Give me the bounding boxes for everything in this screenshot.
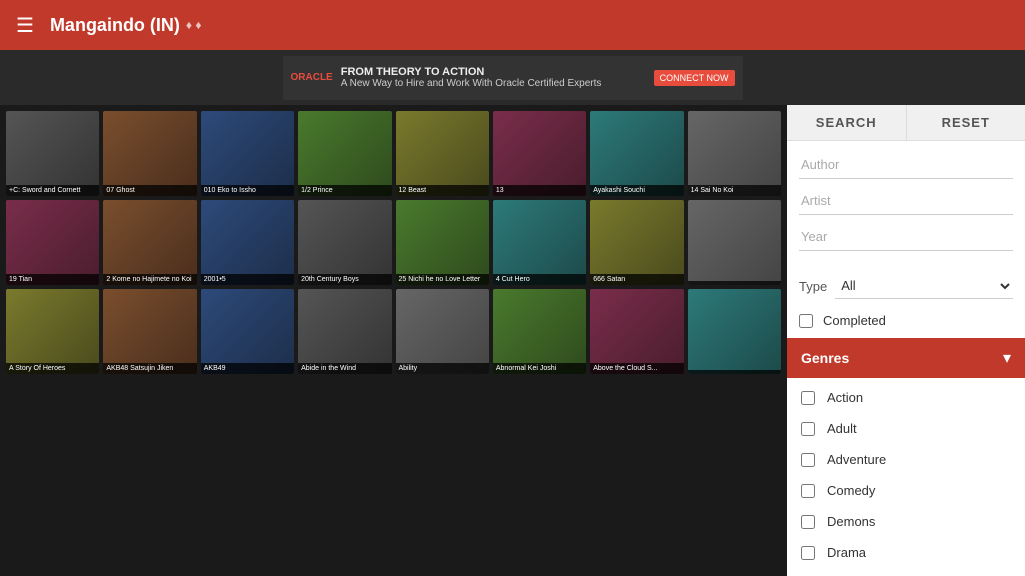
manga-card-title: AKB48 Satsujin Jiken: [103, 363, 196, 374]
manga-card-title: 14 Sai No Koi: [688, 185, 781, 196]
manga-card[interactable]: 14 Sai No Koi: [688, 111, 781, 196]
genre-label-action: Action: [827, 390, 863, 405]
genre-checkbox-demons[interactable]: [801, 515, 815, 529]
manga-card[interactable]: 2001•5: [201, 200, 294, 285]
manga-card-title: Ability: [396, 363, 489, 374]
manga-card-title: 2 Kome no Hajimete no Koi: [103, 274, 196, 285]
manga-card-title: [688, 370, 781, 374]
manga-card-title: +C: Sword and Cornett: [6, 185, 99, 196]
manga-card-title: 12 Beast: [396, 185, 489, 196]
manga-card[interactable]: 13: [493, 111, 586, 196]
manga-card[interactable]: +C: Sword and Cornett: [6, 111, 99, 196]
manga-card-title: 19 Tian: [6, 274, 99, 285]
genres-title: Genres: [801, 350, 849, 366]
site-title: Mangaindo (IN): [50, 15, 180, 36]
author-input[interactable]: [799, 151, 1013, 179]
ad-logo: ORACLE: [291, 72, 333, 83]
genre-label-comedy: Comedy: [827, 483, 875, 498]
type-select[interactable]: All Manga Manhwa Manhua One-shot Doujins…: [835, 273, 1013, 299]
manga-card[interactable]: 010 Eko to Issho: [201, 111, 294, 196]
ad-headline: FROM THEORY TO ACTION: [341, 66, 646, 78]
genre-item-demons[interactable]: Demons: [787, 506, 1025, 537]
manga-card[interactable]: Abnormal Kei Joshi: [493, 289, 586, 374]
manga-card[interactable]: AKB48 Satsujin Jiken: [103, 289, 196, 374]
site-subtitle: ♦ ♦: [186, 18, 202, 32]
manga-card[interactable]: 2 Kome no Hajimete no Koi: [103, 200, 196, 285]
genre-list: Action Adult Adventure Comedy Demons Drama Ecc…: [787, 378, 1025, 576]
genre-item-adventure[interactable]: Adventure: [787, 444, 1025, 475]
manga-card-title: [688, 281, 781, 285]
manga-card-title: 666 Satan: [590, 274, 683, 285]
manga-card-title: 20th Century Boys: [298, 274, 391, 285]
manga-card[interactable]: 12 Beast: [396, 111, 489, 196]
panel-top-buttons: SEARCH RESET: [787, 105, 1025, 141]
hamburger-menu-icon[interactable]: ☰: [16, 13, 34, 38]
ad-subtext: A New Way to Hire and Work With Oracle C…: [341, 78, 646, 89]
genre-item-drama[interactable]: Drama: [787, 537, 1025, 568]
type-label: Type: [799, 279, 827, 294]
genre-label-adventure: Adventure: [827, 452, 886, 467]
manga-card[interactable]: Ability: [396, 289, 489, 374]
manga-card-title: 1/2 Prince: [298, 185, 391, 196]
right-panel: SEARCH RESET Type All Manga Manhwa Manhu…: [787, 105, 1025, 576]
genre-checkbox-adventure[interactable]: [801, 453, 815, 467]
manga-card[interactable]: 666 Satan: [590, 200, 683, 285]
genre-checkbox-action[interactable]: [801, 391, 815, 405]
main-content: +C: Sword and Cornett 07 Ghost 010 Eko to …: [0, 105, 1025, 576]
genre-checkbox-adult[interactable]: [801, 422, 815, 436]
genre-item-comedy[interactable]: Comedy: [787, 475, 1025, 506]
manga-card[interactable]: 07 Ghost: [103, 111, 196, 196]
genre-checkbox-drama[interactable]: [801, 546, 815, 560]
genres-chevron-icon: ▾: [1003, 348, 1011, 368]
manga-card[interactable]: 19 Tian: [6, 200, 99, 285]
manga-card-title: AKB49: [201, 363, 294, 374]
manga-card[interactable]: Ayakashi Souchi: [590, 111, 683, 196]
type-row: Type All Manga Manhwa Manhua One-shot Do…: [787, 269, 1025, 307]
header: ☰ Mangaindo (IN) ♦ ♦: [0, 0, 1025, 50]
manga-card[interactable]: 25 Nichi he no Love Letter: [396, 200, 489, 285]
manga-card[interactable]: Above the Cloud S...: [590, 289, 683, 374]
manga-card-title: 4 Cut Hero: [493, 274, 586, 285]
manga-card[interactable]: A Story Of Heroes: [6, 289, 99, 374]
ad-banner[interactable]: ORACLE FROM THEORY TO ACTION A New Way t…: [283, 56, 743, 100]
ad-cta-button[interactable]: CONNECT NOW: [654, 70, 735, 86]
manga-card-title: 010 Eko to Issho: [201, 185, 294, 196]
search-button[interactable]: SEARCH: [787, 105, 907, 140]
filter-text-fields: [787, 141, 1025, 269]
genre-item-action[interactable]: Action: [787, 382, 1025, 413]
manga-card[interactable]: [688, 289, 781, 374]
manga-card-title: 07 Ghost: [103, 185, 196, 196]
manga-card-title: Above the Cloud S...: [590, 363, 683, 374]
manga-grid-container: +C: Sword and Cornett 07 Ghost 010 Eko to …: [0, 105, 787, 576]
completed-checkbox[interactable]: [799, 314, 813, 328]
manga-card-title: Ayakashi Souchi: [590, 185, 683, 196]
manga-card-title: 2001•5: [201, 274, 294, 285]
manga-card-title: 13: [493, 185, 586, 196]
manga-card[interactable]: 1/2 Prince: [298, 111, 391, 196]
manga-grid: +C: Sword and Cornett 07 Ghost 010 Eko to …: [6, 111, 781, 374]
genre-label-adult: Adult: [827, 421, 857, 436]
year-input[interactable]: [799, 223, 1013, 251]
genre-checkbox-comedy[interactable]: [801, 484, 815, 498]
completed-row: Completed: [787, 307, 1025, 338]
manga-card[interactable]: Abide in the Wind: [298, 289, 391, 374]
manga-card-title: Abnormal Kei Joshi: [493, 363, 586, 374]
manga-card[interactable]: 4 Cut Hero: [493, 200, 586, 285]
manga-card[interactable]: AKB49: [201, 289, 294, 374]
manga-card-title: A Story Of Heroes: [6, 363, 99, 374]
genre-label-demons: Demons: [827, 514, 875, 529]
genres-header[interactable]: Genres ▾: [787, 338, 1025, 378]
manga-card[interactable]: 20th Century Boys: [298, 200, 391, 285]
genre-label-drama: Drama: [827, 545, 866, 560]
ad-bar: ORACLE FROM THEORY TO ACTION A New Way t…: [0, 50, 1025, 105]
manga-card-title: 25 Nichi he no Love Letter: [396, 274, 489, 285]
genre-item-adult[interactable]: Adult: [787, 413, 1025, 444]
completed-label: Completed: [823, 313, 886, 328]
artist-input[interactable]: [799, 187, 1013, 215]
reset-button[interactable]: RESET: [907, 105, 1025, 140]
genre-item-ecchi[interactable]: Ecchi: [787, 568, 1025, 576]
manga-card-title: Abide in the Wind: [298, 363, 391, 374]
manga-card[interactable]: [688, 200, 781, 285]
